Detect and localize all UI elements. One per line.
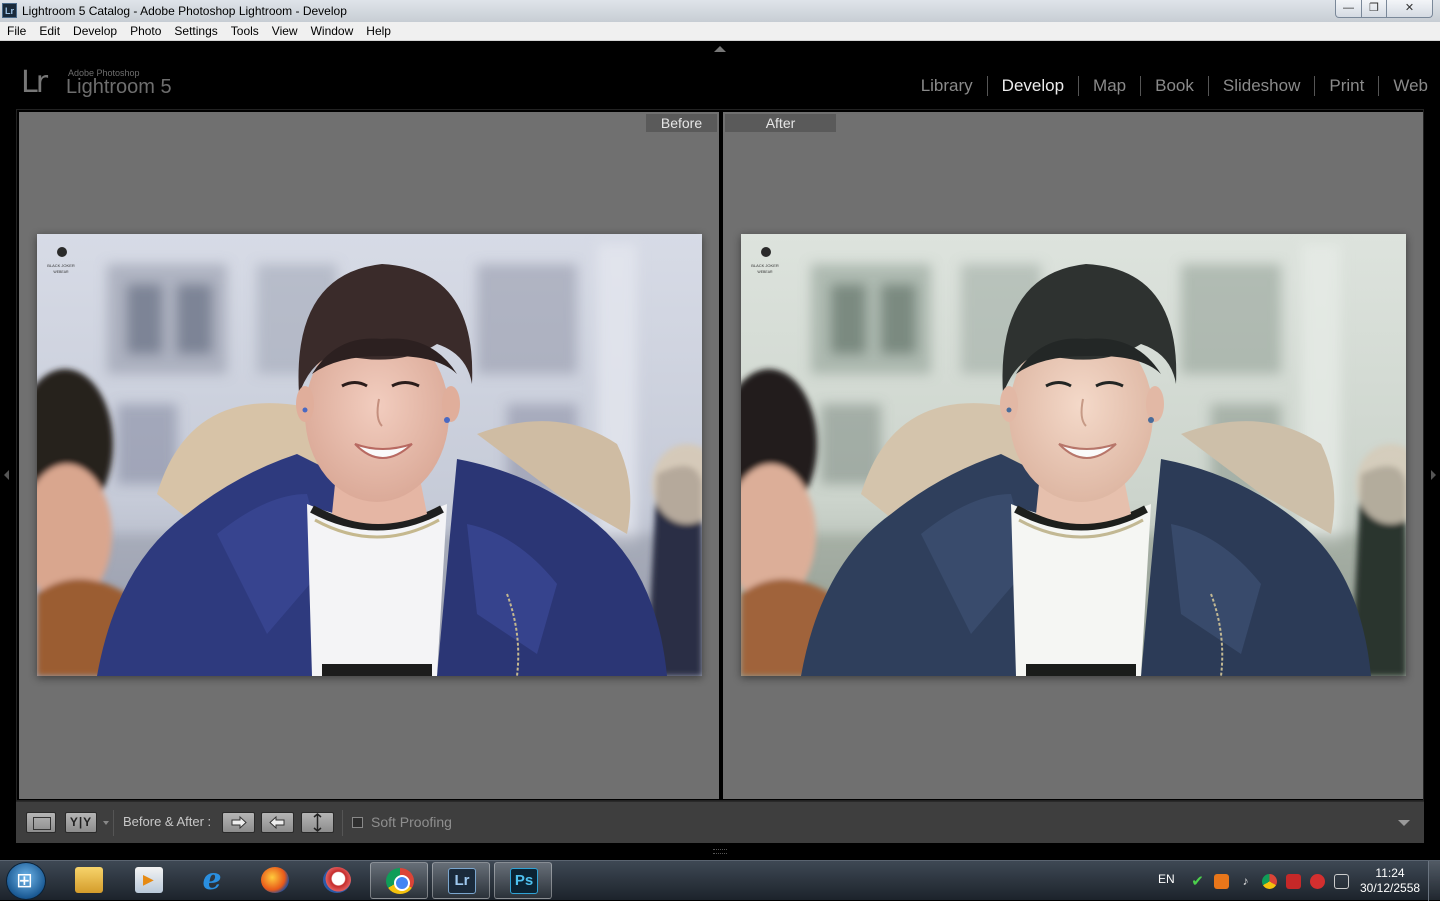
module-print[interactable]: Print — [1314, 76, 1378, 96]
identity-plate-header: Lr Adobe Photoshop Lightroom 5 Library De… — [0, 41, 1440, 109]
soft-proofing-checkbox[interactable] — [352, 817, 363, 828]
speaker-icon[interactable]: ♪ — [1238, 874, 1253, 889]
menu-edit[interactable]: Edit — [32, 22, 66, 38]
opera-icon — [323, 867, 351, 893]
taskbar-app-chrome[interactable] — [370, 862, 428, 899]
before-after-view-button[interactable]: Y|Y — [65, 812, 97, 833]
security-tray-icon[interactable] — [1310, 874, 1325, 889]
menu-file[interactable]: File — [0, 22, 32, 38]
module-map[interactable]: Map — [1078, 76, 1140, 96]
taskbar-app-opera[interactable] — [308, 862, 366, 899]
menu-bar: File Edit Develop Photo Settings Tools View Win… — [0, 22, 1440, 41]
arrow-right-icon — [231, 815, 247, 830]
menu-help[interactable]: Help — [359, 22, 397, 38]
clock-time: 11:24 — [1375, 866, 1405, 880]
collapse-top-panel-arrow-icon[interactable] — [714, 46, 726, 52]
language-indicator[interactable]: EN — [1158, 872, 1175, 886]
app-tray-icon[interactable] — [1214, 874, 1229, 889]
minimize-button[interactable]: — — [1335, 0, 1362, 18]
swap-icon — [313, 813, 322, 832]
lightroom-icon: Lr — [448, 868, 476, 894]
module-web[interactable]: Web — [1378, 76, 1428, 96]
firefox-icon — [261, 867, 289, 893]
shield-icon[interactable] — [1286, 874, 1301, 889]
maximize-button[interactable]: ❐ — [1361, 0, 1387, 18]
view-mode-dropdown-icon[interactable] — [103, 821, 109, 825]
after-photo[interactable]: BLACK JOKER WEBEAR — [741, 234, 1406, 676]
before-panel: Before BLACK JOKER WEBEAR — [19, 112, 719, 799]
before-photo-image: BLACK JOKER WEBEAR — [37, 234, 702, 676]
show-desktop-button[interactable] — [1428, 861, 1440, 901]
before-after-view: Before BLACK JOKER WEBEAR After BLACK JO… — [16, 109, 1424, 801]
taskbar-app-explorer[interactable] — [60, 862, 118, 899]
module-library[interactable]: Library — [907, 76, 987, 96]
collapse-left-panel-arrow-icon[interactable] — [4, 470, 9, 480]
before-after-label: Before & After : — [123, 814, 212, 829]
copy-before-to-after-button[interactable] — [222, 812, 255, 833]
loupe-view-button[interactable] — [26, 812, 56, 833]
menu-tools[interactable]: Tools — [224, 22, 265, 38]
toolbar-divider — [113, 810, 114, 836]
watermark-text-1: BLACK JOKER — [47, 263, 75, 268]
taskbar-app-media-player[interactable] — [120, 862, 178, 899]
develop-toolbar: Y|Y Before & After : Soft Proofing — [16, 801, 1424, 843]
media-player-icon — [135, 867, 163, 893]
taskbar-app-internet-explorer[interactable]: e — [183, 862, 241, 899]
filmstrip-grip-icon[interactable] — [713, 849, 727, 854]
start-button[interactable] — [6, 862, 46, 900]
menu-settings[interactable]: Settings — [167, 22, 223, 38]
watermark-text-2: WEBEAR — [53, 270, 69, 274]
lightroom-app-icon: Lr — [2, 3, 17, 18]
toolbar-divider — [342, 810, 343, 836]
watermark-text-2: WEBEAR — [757, 270, 773, 274]
module-picker: Library Develop Map Book Slideshow Print Web — [907, 76, 1428, 96]
product-name: Lightroom 5 — [66, 76, 172, 98]
taskbar-app-photoshop[interactable]: Ps — [494, 862, 552, 899]
lightroom-logo: Lr — [21, 65, 48, 100]
photoshop-icon: Ps — [510, 868, 538, 894]
menu-develop[interactable]: Develop — [66, 22, 123, 38]
toolbar-content-dropdown-icon[interactable] — [1398, 820, 1410, 826]
taskbar-app-firefox[interactable] — [246, 862, 304, 899]
collapse-right-panel-arrow-icon[interactable] — [1431, 470, 1436, 480]
chrome-tray-icon[interactable] — [1262, 874, 1277, 889]
menu-window[interactable]: Window — [304, 22, 360, 38]
folder-icon — [75, 867, 103, 893]
module-develop[interactable]: Develop — [986, 76, 1078, 96]
window-titlebar: Lr Lightroom 5 Catalog - Adobe Photoshop… — [0, 0, 1440, 22]
copy-after-to-before-button[interactable] — [261, 812, 294, 833]
module-book[interactable]: Book — [1140, 76, 1208, 96]
arrow-left-icon — [269, 815, 285, 830]
system-clock[interactable]: 11:24 30/12/2558 — [1360, 866, 1420, 896]
after-photo-image: BLACK JOKER WEBEAR — [741, 234, 1406, 676]
taskbar-app-lightroom[interactable]: Lr — [432, 862, 490, 899]
after-panel: After BLACK JOKER WEBEAR — [723, 112, 1423, 799]
chrome-icon — [386, 868, 414, 894]
watermark-text-1: BLACK JOKER — [751, 263, 779, 268]
after-label: After — [725, 114, 836, 132]
clock-date: 30/12/2558 — [1360, 881, 1421, 895]
close-button[interactable]: ✕ — [1386, 0, 1433, 18]
before-label: Before — [646, 114, 717, 132]
soft-proofing-label[interactable]: Soft Proofing — [371, 814, 452, 830]
network-icon[interactable] — [1334, 874, 1349, 889]
menu-view[interactable]: View — [265, 22, 304, 38]
swap-before-after-button[interactable] — [301, 812, 334, 833]
checkmark-tray-icon[interactable]: ✔ — [1190, 874, 1205, 889]
windows-taskbar: e Lr Ps EN ✔ ♪ 11:24 30/12/2558 — [0, 860, 1440, 901]
before-photo[interactable]: BLACK JOKER WEBEAR — [37, 234, 702, 676]
internet-explorer-icon: e — [202, 862, 222, 897]
window-title: Lightroom 5 Catalog - Adobe Photoshop Li… — [22, 4, 347, 18]
module-slideshow[interactable]: Slideshow — [1207, 76, 1315, 96]
filmstrip-collapse-bar — [0, 843, 1440, 860]
menu-photo[interactable]: Photo — [123, 22, 167, 38]
